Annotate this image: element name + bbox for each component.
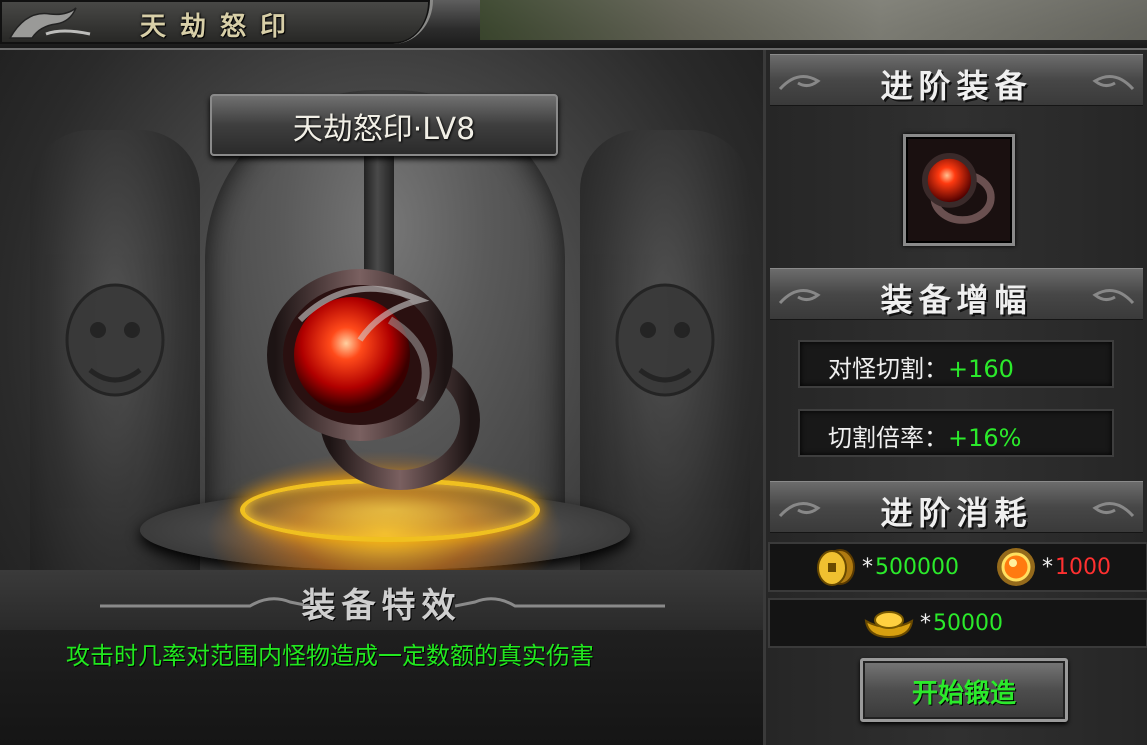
effect-header: 装备特效 [0, 570, 763, 630]
window-title: 天劫怒印 [140, 12, 301, 42]
effect-description: 攻击时几率对范围内怪物造成一定数额的真实伤害 [66, 642, 594, 670]
ring-item-icon [922, 153, 995, 224]
cost-multiplier: * [1042, 554, 1053, 580]
ring-equipment-icon [267, 269, 480, 490]
gold-coin-icon [817, 549, 855, 586]
beast-carving-icon [615, 283, 715, 397]
header-ornament-icon [455, 597, 665, 608]
cost-item: * 1000 [994, 544, 1111, 590]
equipment-display-panel: 天劫怒印·LV8 D 装备特效 [0, 50, 766, 745]
advance-panel: 进阶装备 装备增幅 对怪切割：+160 切割倍率：+16% 进阶消耗 * 500… [766, 50, 1147, 745]
cost-multiplier: * [920, 610, 931, 636]
cost-multiplier: * [862, 554, 873, 580]
stat-value: +160 [948, 355, 1014, 383]
swirl-ornament-icon [1092, 289, 1135, 305]
cost-header: 进阶消耗 [770, 481, 1143, 533]
start-forge-label: 开始锻造 [911, 679, 1016, 709]
cost-amount: 50000 [933, 610, 1003, 636]
swirl-ornament-icon [1092, 502, 1135, 518]
advance-item-slot[interactable] [903, 134, 1015, 246]
dragon-ornament-icon [8, 7, 91, 39]
window-titlebar: 天劫怒印 [0, 0, 1147, 50]
start-forge-button[interactable]: 开始锻造 [860, 658, 1068, 722]
stat-row: 切割倍率：+16% [798, 409, 1114, 457]
advance-header: 进阶装备 [770, 54, 1143, 106]
cost-amount: 1000 [1055, 554, 1111, 580]
title-plate: 天劫怒印 [0, 0, 433, 44]
cost-item: * 500000 [814, 544, 959, 590]
swirl-ornament-icon [1092, 75, 1135, 91]
stat-row: 对怪切割：+160 [798, 340, 1114, 388]
equipment-nameplate: 天劫怒印·LV8 [210, 94, 558, 156]
gold-ingot-icon [864, 611, 914, 639]
stat-value: +16% [948, 424, 1022, 452]
cost-amount: 500000 [875, 554, 959, 580]
cost-item: * 50000 [862, 600, 1003, 646]
title-background-scene [480, 0, 1147, 40]
cost-row: * 50000 [768, 598, 1147, 648]
bonus-header: 装备增幅 [770, 268, 1143, 320]
beast-carving-icon [65, 283, 165, 397]
flame-orb-icon [997, 548, 1035, 586]
cost-row: * 500000 * 1000 [768, 542, 1147, 592]
equipment-name-level: 天劫怒印·LV8 [292, 112, 476, 147]
stat-label: 切割倍率： [828, 424, 948, 452]
effect-description-box: 攻击时几率对范围内怪物造成一定数额的真实伤害 [0, 630, 763, 745]
stat-label: 对怪切割： [828, 355, 948, 383]
